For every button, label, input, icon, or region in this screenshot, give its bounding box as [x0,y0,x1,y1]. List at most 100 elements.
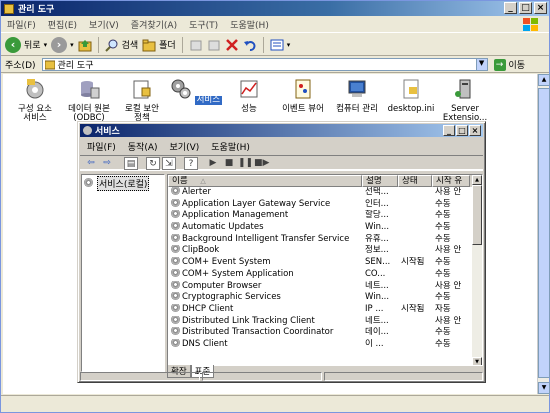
scroll-up-icon[interactable]: ▲ [538,74,550,86]
services-minimize-button[interactable]: _ [443,125,455,136]
icon-event-viewer[interactable]: 이벤트 뷰어 [273,78,333,114]
table-row[interactable]: Computer Browser 네트... 사용 안 [168,280,482,293]
folders-label: 폴더 [159,41,176,51]
list-rows: Alerter 선택... 사용 안 Application Layer Gatewa… [168,187,482,351]
restart-service-icon[interactable]: ■▶ [254,157,269,170]
address-input[interactable]: 관리 도구 ▼ [41,58,488,71]
table-row[interactable]: COM+ System Application CO... 수동 [168,268,482,281]
service-status [398,339,432,351]
services-title: 서비스 [95,127,120,137]
table-row[interactable]: Background Intelligent Transfer Service 유… [168,233,482,246]
undo-icon[interactable] [243,38,257,52]
back-label: 뒤로 [24,41,41,51]
service-name-text: Distributed Transaction Coordinator [182,327,334,338]
server-extensions-icon [455,79,471,99]
services-menu-view[interactable]: 보기(V) [165,140,205,153]
service-name: DNS Client [168,338,362,351]
address-value: 관리 도구 [57,61,94,71]
forward-button[interactable]: › ▾ [51,36,74,53]
scroll-down-icon[interactable]: ▼ [472,357,482,365]
menu-favorites[interactable]: 즐겨찾기(A) [125,18,183,31]
table-row[interactable]: Automatic Updates Win... 수동 [168,222,482,234]
scroll-up-icon[interactable]: ▲ [472,175,482,185]
services-close-button[interactable]: × [469,125,481,136]
menu-help[interactable]: 도움말(H) [224,18,275,31]
table-row[interactable]: Distributed Link Tracking Client 네트... 사용 … [168,315,482,328]
services-maximize-button[interactable]: □ [456,125,468,136]
column-startup-type[interactable]: 시작 유 [432,175,470,187]
folders-button[interactable]: 폴더 [142,38,176,52]
back-button[interactable]: ‹ 뒤로 ▾ [5,36,47,53]
icon-component-services[interactable]: 구성 요소 서비스 [5,78,65,123]
service-name: Background Intelligent Transfer Service [168,233,362,246]
menu-edit[interactable]: 편집(E) [42,18,83,31]
services-menu-help[interactable]: 도움말(H) [206,140,255,153]
service-name: ClipBook [168,245,362,257]
up-folder-icon[interactable] [78,38,92,52]
menu-tools[interactable]: 도구(T) [183,18,224,31]
scroll-down-icon[interactable]: ▼ [538,382,550,394]
show-console-tree-icon[interactable]: ▤ [124,156,138,170]
gear-icon [171,245,180,254]
content-scrollbar[interactable]: ▲ ▼ [537,74,550,394]
copy-to-icon[interactable] [207,38,221,52]
service-name-text: DNS Client [182,338,228,349]
maximize-button[interactable]: □ [519,2,532,14]
scroll-thumb[interactable] [538,88,550,378]
close-button[interactable]: × [534,2,547,14]
table-row[interactable]: DNS Client 이 ... 수동 [168,338,482,351]
services-menu-file[interactable]: 파일(F) [82,140,121,153]
service-name: Computer Browser [168,280,362,293]
delete-icon[interactable] [225,38,239,52]
move-to-icon[interactable] [189,38,203,52]
table-row[interactable]: Cryptographic Services Win... 수동 [168,292,482,304]
services-status-bar [80,372,483,381]
service-name-text: Computer Browser [182,280,262,291]
icon-desktop-ini[interactable]: desktop.ini [381,78,441,114]
address-dropdown-icon[interactable]: ▼ [475,59,487,70]
stop-service-icon[interactable]: ■ [222,157,236,170]
table-row[interactable]: ClipBook 정보... 사용 안 [168,245,482,257]
tree-item-services-local[interactable]: 서비스(로컬) [82,175,164,192]
icon-odbc[interactable]: 데이터 원본 (ODBC) [59,78,119,123]
windows-logo-icon [523,18,538,31]
column-status[interactable]: 상태 [398,175,432,187]
list-scrollbar[interactable]: ▲ ▼ [472,175,482,365]
refresh-icon[interactable]: ↻ [146,156,160,170]
service-status: 시작됨 [401,303,425,314]
help-icon[interactable]: ? [184,156,198,170]
icon-server-extensions[interactable]: Server Extensio... [435,78,495,123]
icon-performance[interactable]: 성능 [219,78,279,114]
table-row[interactable]: Distributed Transaction Coordinator 데이...… [168,327,482,339]
gear-icon [171,210,180,219]
back-icon[interactable]: ⇦ [84,157,98,170]
service-name-text: DHCP Client [182,303,234,314]
views-button[interactable]: ▾ [270,38,290,52]
table-row[interactable]: Application Layer Gateway Service 인터... 수동 [168,198,482,211]
services-menu-action[interactable]: 동작(A) [123,140,163,153]
icon-computer-management[interactable]: 컴퓨터 관리 [327,78,387,114]
column-label: 이름 [172,176,188,186]
menu-file[interactable]: 파일(F) [1,18,42,31]
go-button[interactable]: → 이동 [493,58,525,71]
minimize-button[interactable]: _ [504,2,517,14]
icon-label: 컴퓨터 관리 [336,104,378,114]
service-name-text: COM+ Event System [182,257,271,268]
icon-services[interactable]: 서비스 [166,78,226,105]
table-row[interactable]: DHCP Client IP ... 시작됨 자동 [168,303,482,316]
services-title-bar: 서비스 _ □ × [80,124,483,137]
table-row[interactable]: Alerter 선택... 사용 안 [168,187,482,199]
service-description: Win... [365,292,390,303]
table-row[interactable]: Application Management 할당... 수동 [168,210,482,222]
column-description[interactable]: 설명 [362,175,398,187]
menu-view[interactable]: 보기(V) [83,18,125,31]
icon-local-security-policy[interactable]: 로컬 보안 정책 [112,78,172,123]
column-name[interactable]: 이름 △ [168,175,362,187]
search-button[interactable]: 검색 [104,38,138,52]
scroll-thumb[interactable] [472,185,482,245]
export-list-icon[interactable]: ⇲ [162,156,176,170]
table-row[interactable]: COM+ Event System SEN... 시작됨 수동 [168,257,482,269]
forward-icon[interactable]: ⇨ [100,157,114,170]
pause-service-icon[interactable]: ❚❚ [238,157,253,170]
start-service-icon[interactable]: ▶ [206,157,220,170]
